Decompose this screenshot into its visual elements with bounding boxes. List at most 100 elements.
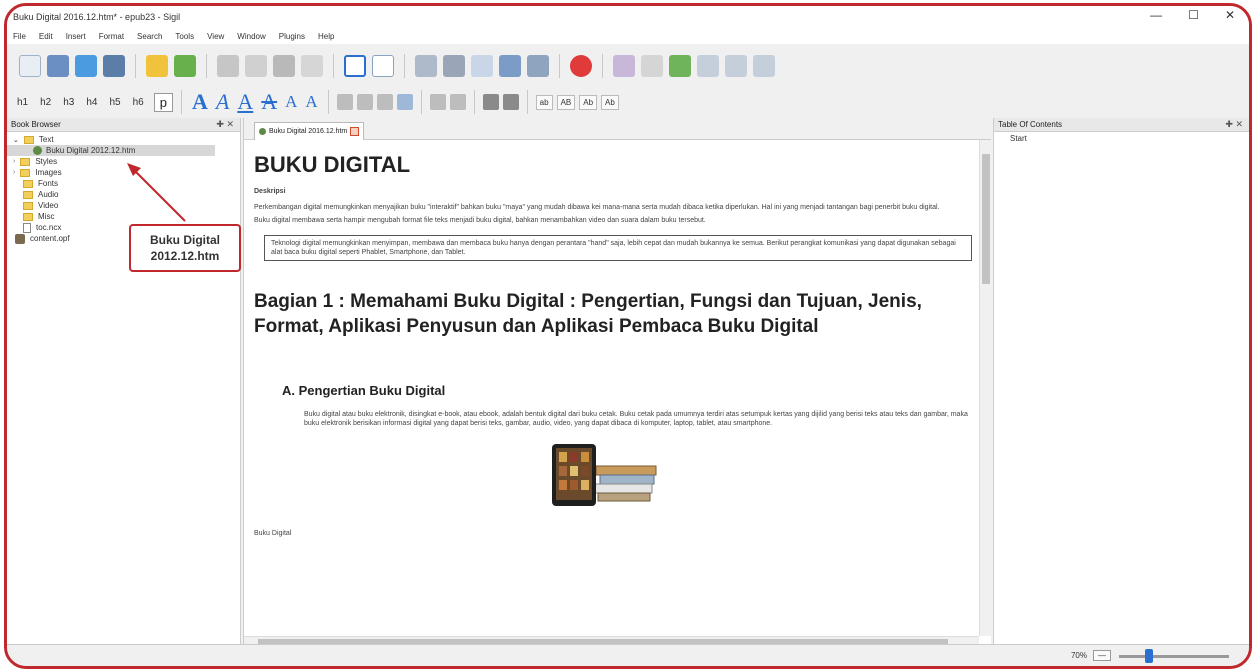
uppercase-button[interactable]: AB [556,94,576,110]
heading-5-button[interactable]: h5 [106,94,125,111]
book-browser-panel: Book Browser ✚ ✕ ⌄ Text Buku Digital 201… [7,118,241,648]
align-justify-icon[interactable] [396,94,413,110]
tree-item-label: Misc [38,212,55,221]
undo-icon[interactable] [146,55,168,77]
link-icon[interactable] [527,55,549,77]
lowercase-button[interactable]: ab [535,94,553,110]
align-right-icon[interactable] [376,94,393,110]
menu-format[interactable]: Format [99,32,124,41]
status-bar: 70% — [7,644,1249,666]
superscript-icon[interactable]: A [303,92,319,112]
heading-2-button[interactable]: h2 [36,94,55,111]
expand-arrow-icon[interactable]: › [13,158,15,165]
screenshot-frame: Buku Digital 2016.12.htm* - epub23 - Sig… [4,3,1252,669]
menu-file[interactable]: File [13,32,26,41]
align-left-icon[interactable] [336,94,353,110]
code-view-icon[interactable] [372,55,394,77]
tree-item-images[interactable]: › Images [7,167,240,178]
menu-view[interactable]: View [207,32,224,41]
paste-icon[interactable] [273,55,295,77]
plugin-icon[interactable] [725,55,747,77]
zoom-slider-thumb[interactable] [1145,649,1153,663]
tree-item-label: Buku Digital 2012.12.htm [46,146,136,155]
menu-help[interactable]: Help [318,32,334,41]
panel-pin-close[interactable]: ✚ ✕ [216,119,234,130]
menu-window[interactable]: Window [237,32,265,41]
plugin-icon[interactable] [753,55,775,77]
numbered-list-icon[interactable] [449,94,466,110]
tab-label: Buku Digital 2016.12.htm [269,128,348,135]
menu-plugins[interactable]: Plugins [279,32,305,41]
book-view-icon[interactable] [344,55,366,77]
decrease-indent-icon[interactable] [482,94,499,110]
strikethrough-icon[interactable]: A [259,89,279,115]
toc-item-start[interactable]: Start [994,132,1249,143]
tree-item-text[interactable]: ⌄ Text [7,134,240,145]
menu-edit[interactable]: Edit [39,32,53,41]
redo-icon[interactable] [174,55,196,77]
bullet-list-icon[interactable] [429,94,446,110]
new-file-icon[interactable] [19,55,41,77]
tree-item-misc[interactable]: Misc [7,211,240,222]
paragraph-button[interactable]: p [153,92,173,112]
italic-icon[interactable]: A [214,89,231,115]
expand-arrow-icon[interactable]: › [13,169,15,176]
heading-1-button[interactable]: h1 [13,94,32,111]
insert-file-icon[interactable] [443,55,465,77]
heading-4-button[interactable]: h4 [82,94,101,111]
paste-special-icon[interactable] [301,55,323,77]
heart-icon[interactable] [570,55,592,77]
editor-tab[interactable]: Buku Digital 2016.12.htm [254,122,365,140]
tree-item-video[interactable]: Video [7,200,240,211]
tree-item-fonts[interactable]: Fonts [7,178,240,189]
heading-6-button[interactable]: h6 [129,94,148,111]
heading-3-button[interactable]: h3 [59,94,78,111]
titlecase-button[interactable]: Ab [579,94,598,110]
zoom-out-button[interactable]: — [1093,650,1111,661]
open-folder-icon[interactable] [47,55,69,77]
editor-panel: Buku Digital 2016.12.htm BUKU DIGITAL De… [243,118,991,648]
close-button[interactable]: ✕ [1225,8,1235,22]
menu-tools[interactable]: Tools [175,32,194,41]
minimize-button[interactable]: — [1150,8,1162,22]
tab-close-icon[interactable] [350,127,360,136]
copy-icon[interactable] [245,55,267,77]
tree-item-html-file[interactable]: Buku Digital 2012.12.htm [7,145,215,156]
cut-icon[interactable] [217,55,239,77]
tree-item-audio[interactable]: Audio [7,189,240,200]
maximize-button[interactable]: ☐ [1188,8,1199,22]
special-character-icon[interactable] [471,55,493,77]
scrollbar-thumb[interactable] [982,154,990,284]
toc-icon[interactable] [641,55,663,77]
anchor-icon[interactable] [499,55,521,77]
zoom-slider[interactable] [1119,655,1229,658]
plugin-icon[interactable] [697,55,719,77]
zoom-level: 70% [1070,651,1087,660]
menu-insert[interactable]: Insert [66,32,86,41]
increase-indent-icon[interactable] [502,94,519,110]
doc-heading-3: A. Pengertian Buku Digital [282,383,446,398]
window-controls: — ☐ ✕ [1150,8,1235,22]
insert-image-icon[interactable] [415,55,437,77]
book-browser-header: Book Browser ✚ ✕ [7,118,240,132]
toolbar-separator [135,54,136,78]
validate-icon[interactable] [669,55,691,77]
add-file-icon[interactable] [75,55,97,77]
align-center-icon[interactable] [356,94,373,110]
document-view[interactable]: BUKU DIGITAL Deskripsi Perkembangan digi… [254,144,972,634]
editor-vertical-scrollbar[interactable] [979,140,991,636]
toolbar-separator [559,54,560,78]
subscript-icon[interactable]: A [283,92,299,112]
expand-arrow-icon[interactable]: ⌄ [13,136,19,144]
menu-search[interactable]: Search [137,32,162,41]
editor-tab-bar: Buku Digital 2016.12.htm [244,118,991,140]
tree-item-styles[interactable]: › Styles [7,156,240,167]
toc-panel: Table Of Contents ✚ ✕ Start [993,118,1249,648]
capitalize-button[interactable]: Ab [601,94,619,110]
underline-icon[interactable]: A [235,89,255,115]
panel-pin-close[interactable]: ✚ ✕ [1225,119,1243,130]
save-icon[interactable] [103,55,125,77]
metadata-icon[interactable] [613,55,635,77]
tree-item-label: Fonts [38,179,59,188]
bold-icon[interactable]: A [190,89,210,115]
